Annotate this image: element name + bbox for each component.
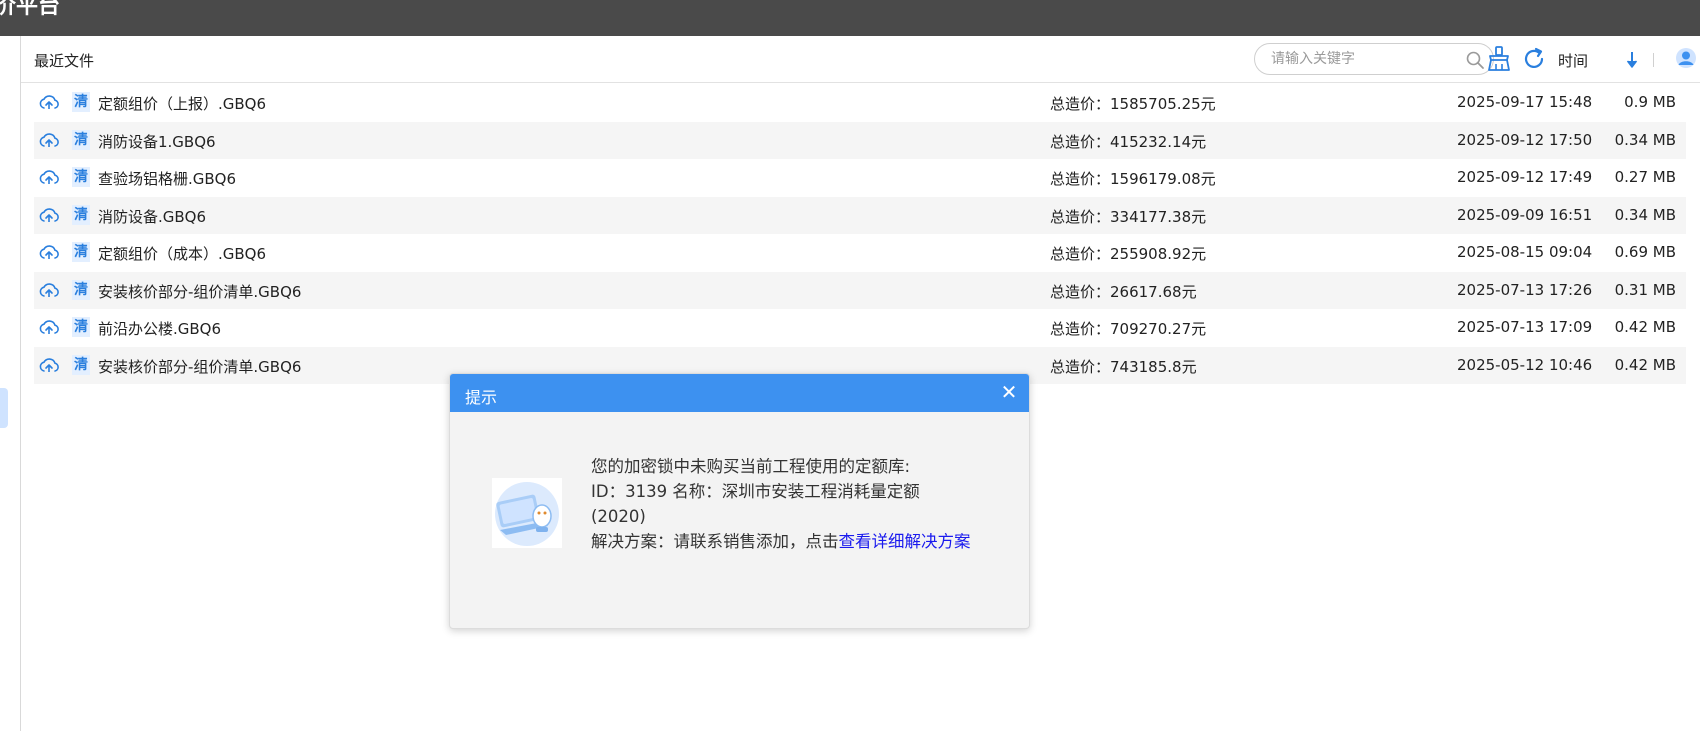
app-title: 价平台 <box>0 0 61 19</box>
total-price: 总造价：26617.68元 <box>1050 282 1197 301</box>
total-price: 总造价：709270.27元 <box>1050 320 1207 338</box>
file-size: 0.9 MB <box>1624 93 1676 111</box>
modified-time: 2025-09-12 17:49 <box>1457 168 1593 186</box>
bill-type-badge: 清 <box>72 242 90 262</box>
total-price: 总造价：1596179.08元 <box>1050 170 1216 188</box>
search-input[interactable] <box>1271 49 1451 69</box>
total-price: 总造价：743185.8元 <box>1050 357 1197 376</box>
cloud-upload-icon[interactable] <box>38 318 60 338</box>
recent-files-list: 清定额组价（上报）.GBQ6 总造价：1585705.25元 2025-09-17 … <box>34 84 1686 384</box>
file-row[interactable]: 清安装核价部分-组价清单.GBQ6 总造价：26617.68元 2025-07-13… <box>34 271 1686 309</box>
file-size: 0.42 MB <box>1614 355 1676 374</box>
bill-type-badge: 清 <box>72 129 90 150</box>
file-name[interactable]: 安装核价部分-组价清单.GBQ6 <box>98 356 301 377</box>
search-icon[interactable] <box>1465 50 1485 70</box>
bill-type-badge: 清 <box>72 279 90 300</box>
message-line: (2020) <box>591 507 646 526</box>
cloud-upload-icon[interactable] <box>38 93 60 113</box>
bill-type-badge: 清 <box>72 354 90 375</box>
modified-time: 2025-09-09 16:51 <box>1457 205 1593 224</box>
file-size: 0.34 MB <box>1614 130 1676 149</box>
bill-type-badge: 清 <box>72 92 90 112</box>
file-name[interactable]: 前沿办公楼.GBQ6 <box>98 318 221 339</box>
total-price: 总造价：415232.14元 <box>1050 132 1207 151</box>
modified-time: 2025-08-15 09:04 <box>1457 243 1593 261</box>
close-icon[interactable]: ✕ <box>997 380 1021 404</box>
dialog-message: 您的加密锁中未购买当前工程使用的定额库: ID：3139 名称：深圳市安装工程消… <box>591 454 991 554</box>
clean-brush-icon[interactable] <box>1486 46 1512 72</box>
file-name[interactable]: 消防设备.GBQ6 <box>98 206 206 227</box>
license-dongle-illustration <box>492 478 562 548</box>
view-solution-link[interactable]: 查看详细解决方案 <box>839 532 971 551</box>
file-row[interactable]: 清查验场铝格栅.GBQ6 总造价：1596179.08元 2025-09-12 17… <box>34 159 1686 197</box>
left-panel-collapse-handle[interactable] <box>0 388 8 428</box>
file-name[interactable]: 消防设备1.GBQ6 <box>98 131 216 152</box>
file-row[interactable]: 清定额组价（上报）.GBQ6 总造价：1585705.25元 2025-09-17 … <box>34 84 1686 122</box>
file-row[interactable]: 清定额组价（成本）.GBQ6 总造价：255908.92元 2025-08-15 0… <box>34 234 1686 272</box>
cloud-upload-icon[interactable] <box>38 243 60 263</box>
sort-descending-icon[interactable] <box>1625 50 1639 70</box>
message-line: ID：3139 名称：深圳市安装工程消耗量定额 <box>591 482 920 501</box>
cloud-upload-icon[interactable] <box>38 281 60 301</box>
cloud-upload-icon[interactable] <box>38 168 60 188</box>
left-panel-divider <box>20 36 21 731</box>
modified-time: 2025-09-17 15:48 <box>1457 93 1593 111</box>
user-avatar-icon[interactable] <box>1675 46 1700 72</box>
file-row[interactable]: 清前沿办公楼.GBQ6 总造价：709270.27元 2025-07-13 17:0… <box>34 309 1686 347</box>
cloud-upload-icon[interactable] <box>38 206 60 226</box>
bill-type-badge: 清 <box>72 204 90 225</box>
bill-type-badge: 清 <box>72 167 90 187</box>
file-row[interactable]: 清消防设备1.GBQ6 总造价：415232.14元 2025-09-12 17:5… <box>34 121 1686 159</box>
total-price: 总造价：334177.38元 <box>1050 207 1207 226</box>
message-line: 解决方案：请联系销售添加，点击查看详细解决方案 <box>591 529 991 554</box>
file-size: 0.34 MB <box>1614 205 1676 224</box>
message-line: 您的加密锁中未购买当前工程使用的定额库: <box>591 457 911 476</box>
dialog-header: 提示 ✕ <box>450 374 1029 412</box>
search-box[interactable] <box>1254 43 1494 75</box>
dialog-title: 提示 <box>465 388 498 407</box>
title-bar: 价平台 <box>0 0 1700 36</box>
total-price: 总造价：255908.92元 <box>1050 245 1207 263</box>
cloud-upload-icon[interactable] <box>38 356 60 376</box>
total-price: 总造价：1585705.25元 <box>1050 95 1216 113</box>
file-row[interactable]: 清消防设备.GBQ6 总造价：334177.38元 2025-09-09 16:51… <box>34 196 1686 234</box>
refresh-icon[interactable] <box>1521 46 1547 72</box>
section-title: 最近文件 <box>34 52 95 70</box>
bill-type-badge: 清 <box>72 317 90 337</box>
modified-time: 2025-07-13 17:26 <box>1457 280 1593 299</box>
notice-dialog: 提示 ✕ 您的加密锁中未购买当前工程使用的定额库: ID：3139 名称：深圳市… <box>449 373 1030 629</box>
file-name[interactable]: 定额组价（上报）.GBQ6 <box>98 93 266 114</box>
sort-by-time-label[interactable]: 时间 <box>1558 50 1588 71</box>
file-size: 0.69 MB <box>1614 243 1676 261</box>
solution-text: 解决方案：请联系销售添加，点击 <box>591 532 839 551</box>
file-name[interactable]: 安装核价部分-组价清单.GBQ6 <box>98 281 301 302</box>
toolbar-divider <box>1653 53 1654 67</box>
file-name[interactable]: 查验场铝格栅.GBQ6 <box>98 168 236 189</box>
file-size: 0.31 MB <box>1614 280 1676 299</box>
recent-files-header: 最近文件 时间 <box>21 36 1700 83</box>
modified-time: 2025-05-12 10:46 <box>1457 355 1593 374</box>
modified-time: 2025-07-13 17:09 <box>1457 318 1593 336</box>
file-size: 0.42 MB <box>1614 318 1676 336</box>
file-name[interactable]: 定额组价（成本）.GBQ6 <box>98 243 266 264</box>
modified-time: 2025-09-12 17:50 <box>1457 130 1593 149</box>
file-size: 0.27 MB <box>1614 168 1676 186</box>
cloud-upload-icon[interactable] <box>38 131 60 151</box>
